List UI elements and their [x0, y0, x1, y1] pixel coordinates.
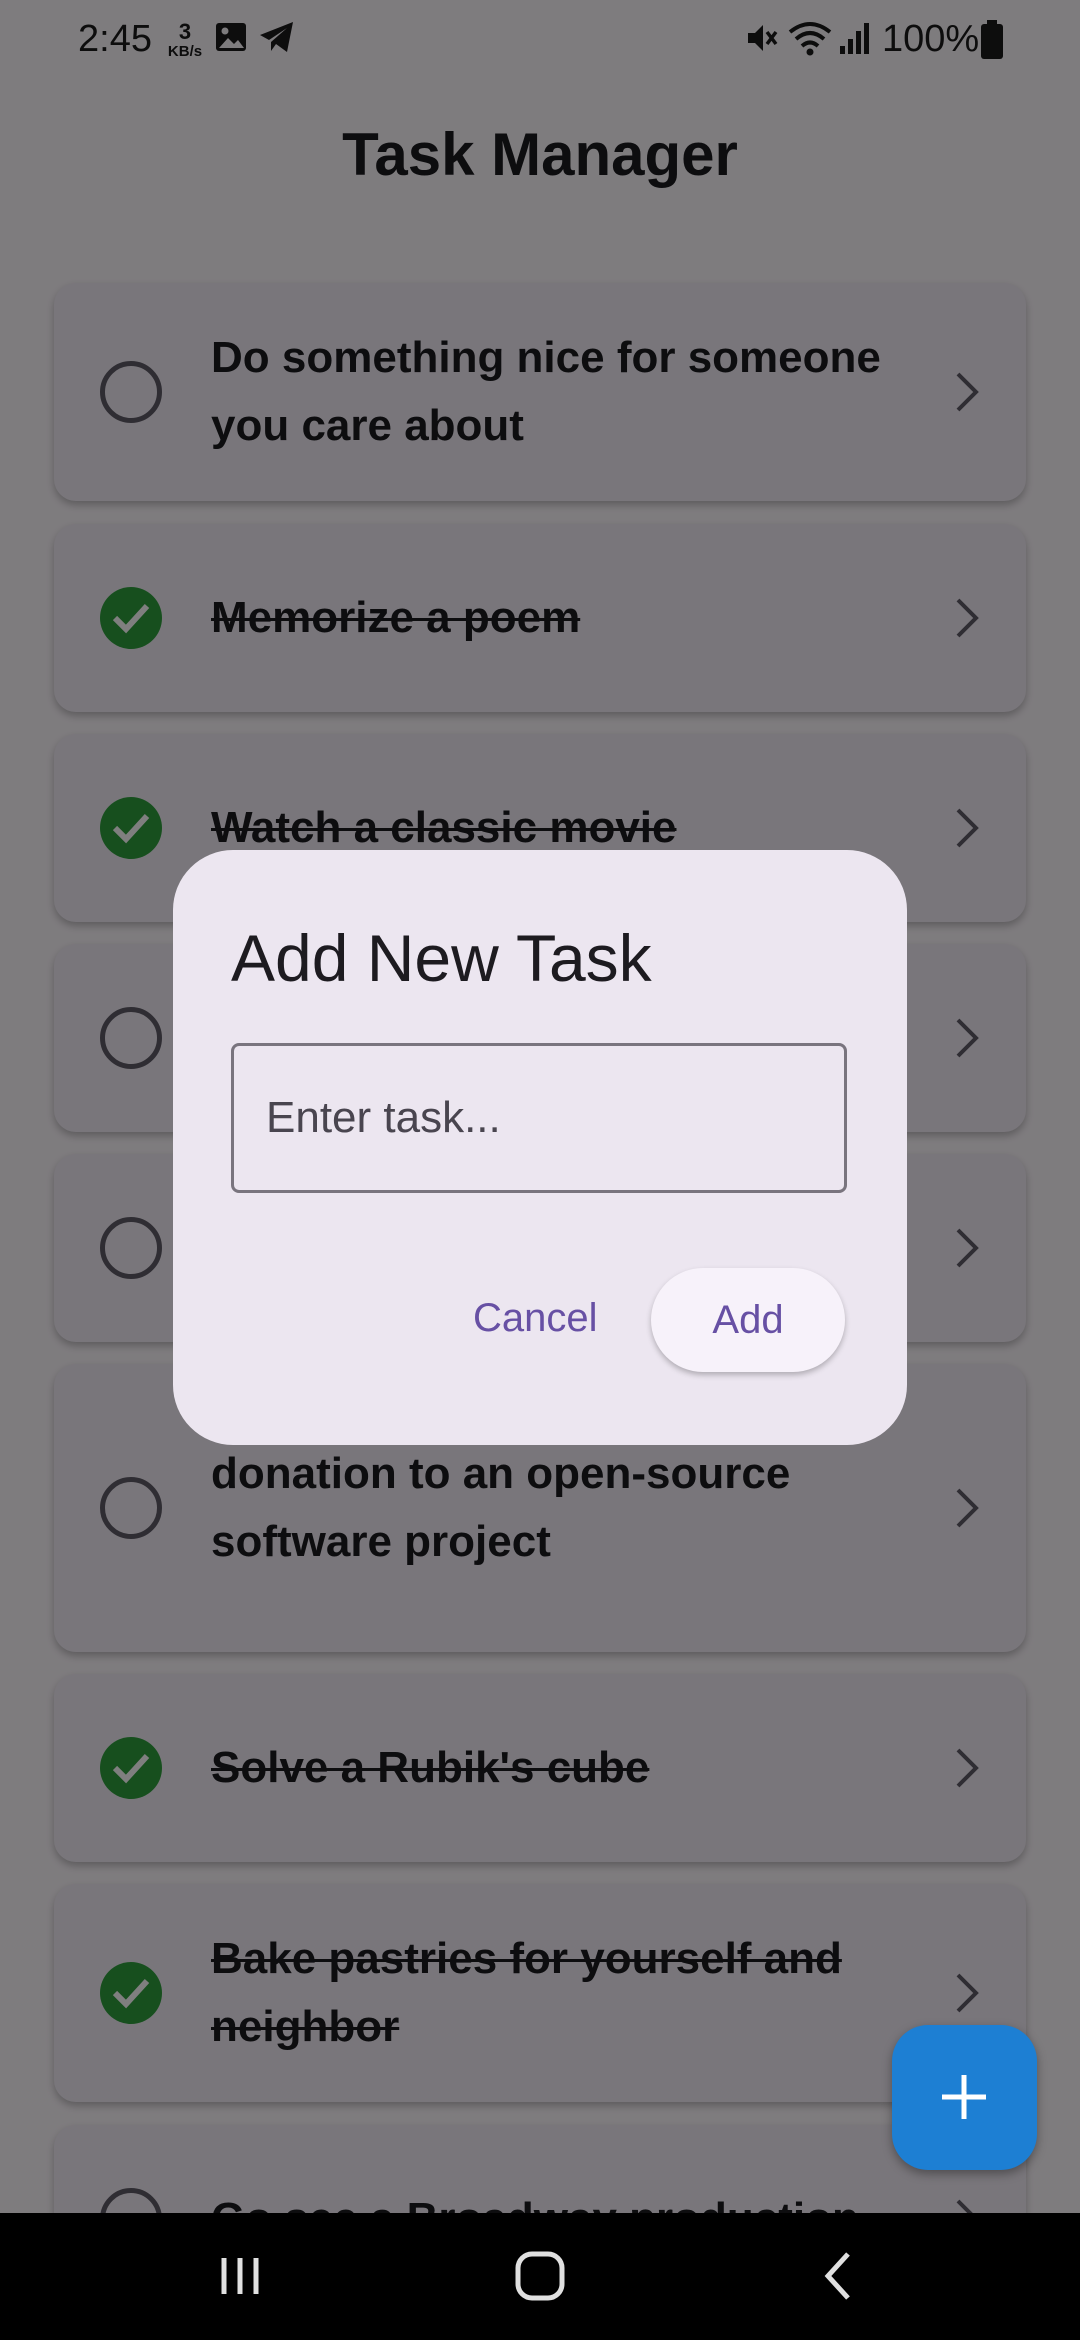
- cancel-button[interactable]: Cancel: [453, 1268, 618, 1368]
- add-button[interactable]: Add: [651, 1268, 845, 1372]
- back-icon: [824, 2252, 850, 2300]
- dialog-title: Add New Task: [231, 921, 652, 995]
- add-task-fab[interactable]: [892, 2025, 1037, 2170]
- app-screen: 2:45 3 KB/s 100% Task Manager: [0, 0, 1080, 2340]
- plus-icon: [942, 2075, 986, 2119]
- system-nav-bar: [0, 2213, 1080, 2340]
- nav-recents-button[interactable]: [140, 2213, 340, 2340]
- task-input[interactable]: [231, 1043, 847, 1193]
- nav-back-button[interactable]: [740, 2213, 940, 2340]
- recents-icon: [221, 2258, 259, 2294]
- home-icon: [515, 2251, 565, 2301]
- nav-home-button[interactable]: [440, 2213, 640, 2340]
- add-task-dialog: Add New Task Cancel Add: [173, 850, 907, 1445]
